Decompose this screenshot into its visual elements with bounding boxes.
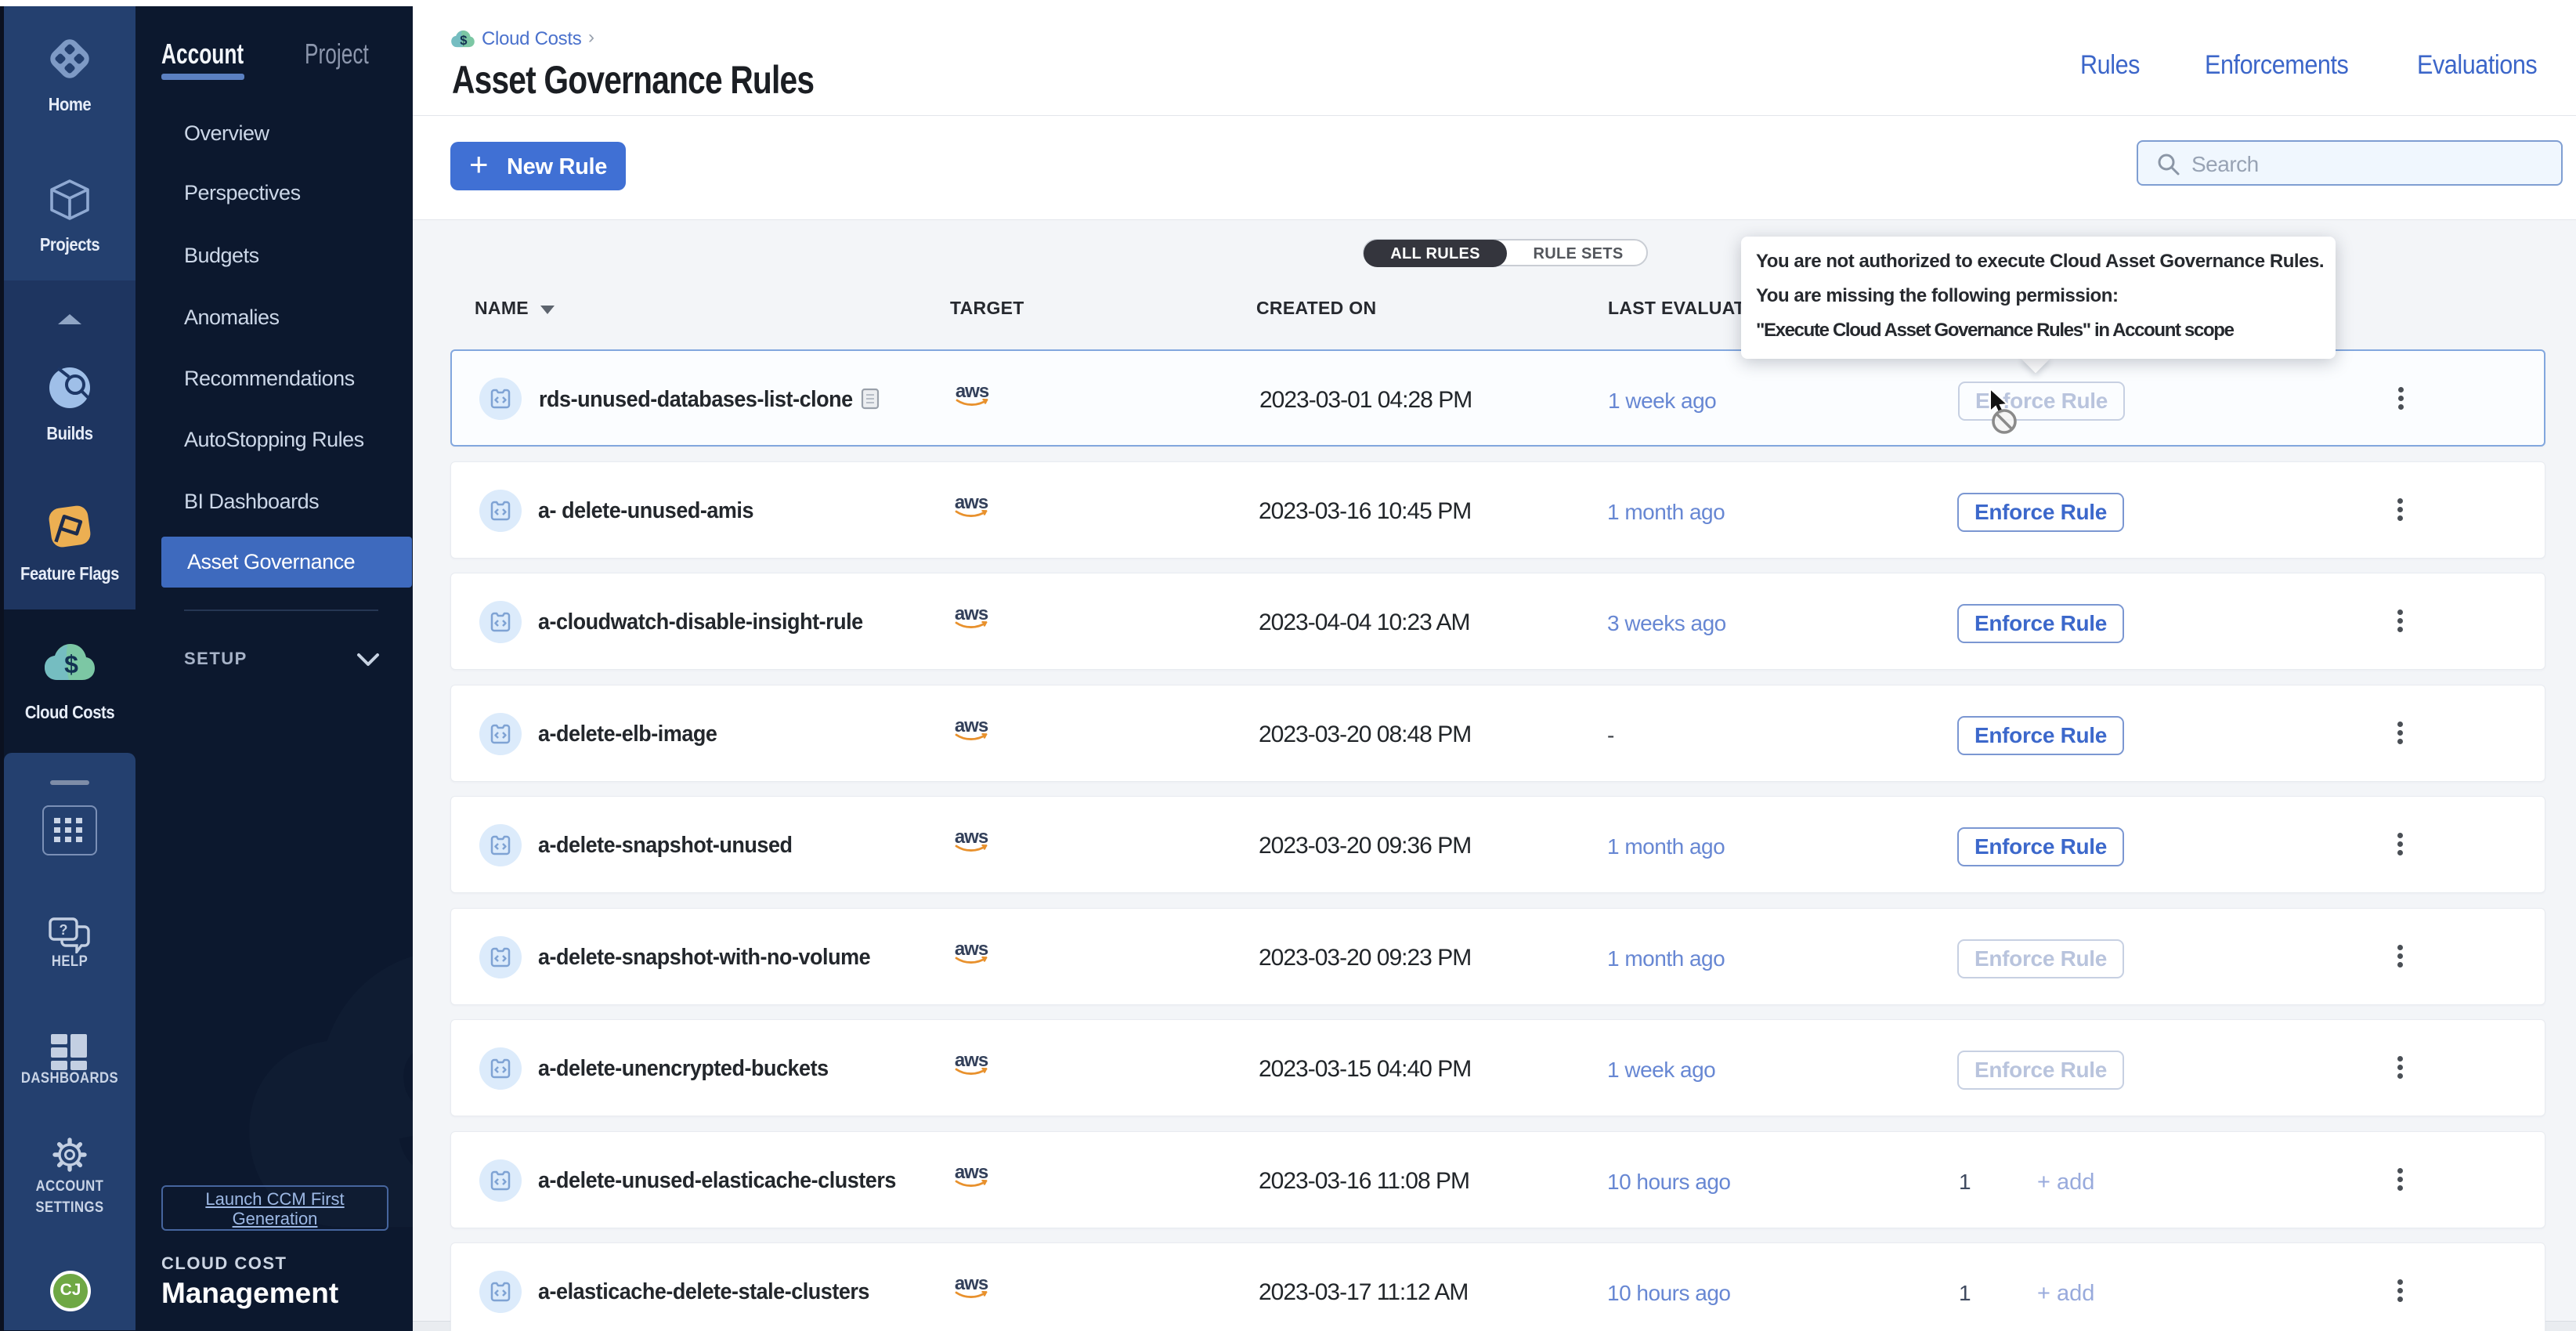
svg-text:aws: aws bbox=[955, 826, 988, 848]
svg-text:$: $ bbox=[460, 33, 467, 48]
svg-text:aws: aws bbox=[955, 1050, 988, 1071]
svg-text:aws: aws bbox=[955, 715, 988, 736]
svg-text:aws: aws bbox=[955, 1162, 988, 1183]
svg-text:aws: aws bbox=[955, 603, 988, 624]
svg-text:aws: aws bbox=[955, 1273, 988, 1294]
svg-text:aws: aws bbox=[955, 939, 988, 960]
svg-text:aws: aws bbox=[956, 381, 989, 402]
svg-text:?: ? bbox=[60, 922, 68, 938]
svg-text:aws: aws bbox=[955, 492, 988, 513]
svg-text:$: $ bbox=[64, 650, 78, 678]
svg-text:$: $ bbox=[396, 996, 413, 1223]
